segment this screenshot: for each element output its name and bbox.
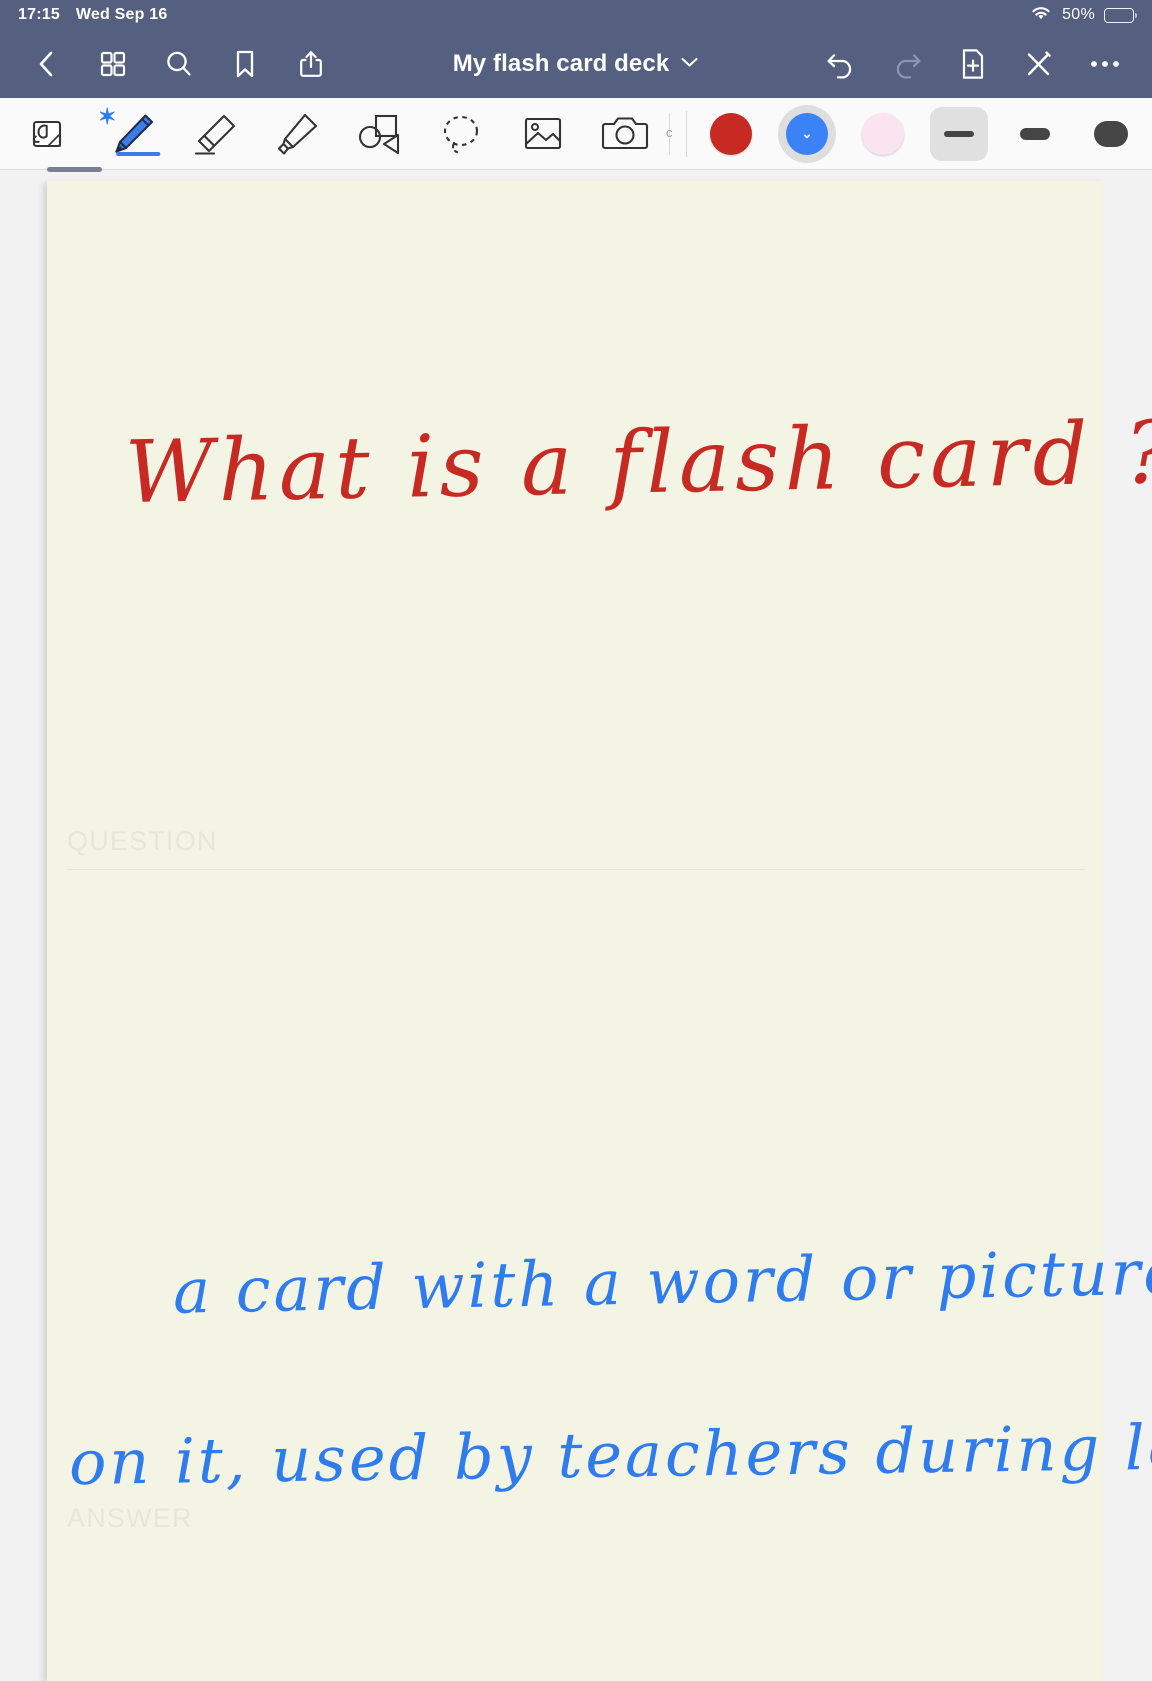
answer-label: ANSWER (67, 1503, 193, 1533)
chevron-down-icon[interactable] (680, 55, 699, 73)
status-bar-right: 50% (1029, 4, 1137, 27)
question-handwriting: What is a flash card ? (124, 402, 1152, 524)
search-button[interactable] (146, 36, 212, 92)
chevron-down-icon: ⌄ (801, 126, 813, 141)
navigation-bar: My flash card deck (0, 30, 1152, 98)
share-button[interactable] (278, 36, 344, 92)
status-bar: 17:15 Wed Sep 16 50% (0, 0, 1152, 30)
color-swatch-red-dot (710, 112, 752, 155)
stroke-width-thick-box (1082, 107, 1140, 161)
status-bar-left: 17:15 Wed Sep 16 (18, 6, 167, 24)
question-label: QUESTION (67, 826, 218, 856)
lasso-select-icon[interactable] (420, 98, 502, 170)
document-title-button[interactable]: My flash card deck (453, 50, 700, 78)
answer-handwriting-line-2: on it, used by teachers during lessons (68, 1407, 1152, 1500)
wifi-icon (1029, 4, 1053, 27)
bluetooth-icon: ✶ (98, 103, 117, 129)
color-swatch-red[interactable] (693, 98, 769, 170)
page-title: My flash card deck (452, 50, 670, 77)
back-button[interactable] (14, 36, 80, 92)
stroke-thin-icon (944, 130, 974, 137)
stroke-width-medium[interactable] (997, 98, 1073, 170)
answer-handwriting-line-1: a card with a word or picture (172, 1235, 1152, 1328)
stroke-medium-icon (1020, 127, 1050, 140)
nav-right-group (808, 36, 1138, 92)
stroke-width-thick[interactable] (1073, 98, 1149, 170)
stroke-thick-icon (1094, 120, 1128, 147)
color-swatch-blue-dot: ⌄ (786, 112, 828, 155)
color-swatch-blue[interactable]: ⌄ (769, 98, 845, 170)
drawing-toolbar: ✶ c ⌄ (0, 98, 1152, 170)
flash-card-page[interactable]: What is a flash card ? QUESTION a card w… (47, 181, 1152, 1681)
scroll-indicator[interactable] (47, 167, 102, 172)
grid-view-button[interactable] (80, 36, 146, 92)
palm-rejection-icon[interactable] (0, 98, 92, 170)
status-time: 17:15 (18, 6, 60, 23)
pen-icon[interactable]: ✶ (92, 98, 174, 170)
nav-left-group (14, 36, 344, 92)
battery-icon (1104, 7, 1137, 23)
color-swatch-pink-dot (862, 112, 904, 155)
add-page-button[interactable] (940, 36, 1006, 92)
redo-button[interactable] (874, 36, 940, 92)
pen-active-indicator (116, 151, 161, 156)
status-date: Wed Sep 16 (75, 6, 168, 23)
toolbar-divider (686, 110, 687, 157)
bookmark-button[interactable] (212, 36, 278, 92)
more-options-button[interactable] (1072, 36, 1138, 92)
stroke-width-medium-box (1006, 107, 1064, 161)
canvas-area[interactable]: What is a flash card ? QUESTION a card w… (0, 167, 1152, 1681)
camera-icon[interactable] (584, 98, 666, 170)
close-pen-icon[interactable] (1006, 36, 1072, 92)
eraser-icon[interactable] (174, 98, 256, 170)
stroke-width-thin[interactable] (921, 98, 997, 170)
toolbar-overflow-hint (666, 111, 680, 157)
question-divider (67, 869, 1085, 870)
battery-percent: 50% (1062, 6, 1095, 23)
undo-button[interactable] (808, 36, 874, 92)
image-icon[interactable] (502, 98, 584, 170)
shapes-icon[interactable] (338, 98, 420, 170)
stroke-width-thin-box (930, 106, 988, 161)
highlighter-icon[interactable] (256, 98, 338, 170)
color-swatch-pink[interactable] (845, 98, 921, 170)
